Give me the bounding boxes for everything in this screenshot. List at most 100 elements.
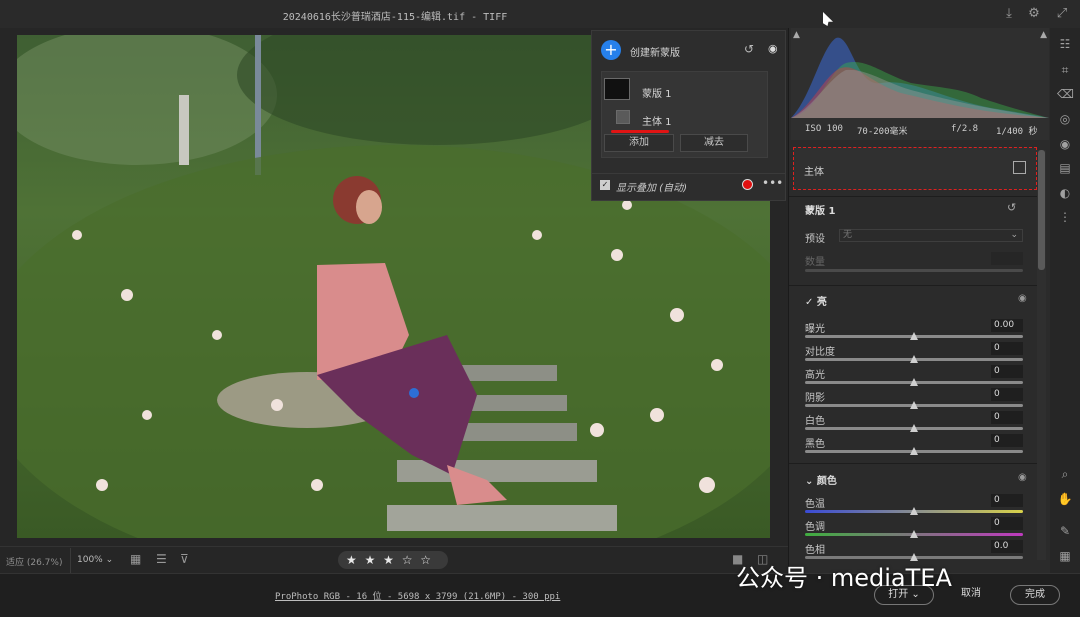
invert-icon[interactable] bbox=[1013, 161, 1026, 174]
slider-value-input[interactable]: 0 bbox=[991, 517, 1023, 530]
slider-label: 曝光 bbox=[805, 324, 825, 335]
slider-value-input[interactable]: 0.0 bbox=[991, 540, 1023, 553]
reset-mask-icon[interactable]: ↺ bbox=[1007, 201, 1016, 214]
slider-thumb[interactable] bbox=[910, 507, 918, 515]
done-button[interactable]: 完成 bbox=[1010, 585, 1060, 605]
add-button-label: 添加 bbox=[629, 137, 649, 148]
grid-icon[interactable]: ▦ bbox=[1057, 548, 1073, 564]
filter-icon[interactable]: ⊽ bbox=[180, 552, 189, 566]
sort-icon[interactable]: ☰ bbox=[156, 552, 167, 566]
adjustment-slider[interactable] bbox=[805, 507, 1023, 515]
tool-strip: ☷ ⌗ ⌫ ◎ ◉ ▤ ◐ ⋮ ⌕ ✋ ✎ ▦ bbox=[1050, 28, 1080, 573]
slider-label: 色温 bbox=[805, 499, 825, 510]
create-mask-label: 创建新蒙版 bbox=[630, 48, 680, 59]
slider-value-input[interactable]: 0 bbox=[991, 434, 1023, 447]
mask-panel: + 创建新蒙版 ↺ ◉ 蒙版 1 主体 1 添加 减去 ✓ 显示叠加 (自动) … bbox=[591, 30, 786, 201]
done-button-label: 完成 bbox=[1025, 589, 1045, 600]
adjustment-slider[interactable] bbox=[805, 447, 1023, 455]
slider-value-input[interactable]: 0 bbox=[991, 494, 1023, 507]
amount-label: 数量 bbox=[805, 257, 825, 268]
adjustment-slider[interactable] bbox=[805, 332, 1023, 340]
crop-icon[interactable]: ⌗ bbox=[1057, 62, 1073, 78]
panel-scrollbar[interactable] bbox=[1037, 150, 1046, 560]
zoom-select[interactable]: 100% ⌄ bbox=[70, 548, 114, 573]
eraser-icon[interactable]: ⌫ bbox=[1057, 86, 1074, 102]
mask-list: 蒙版 1 主体 1 添加 减去 bbox=[601, 71, 768, 158]
edit-sliders-icon[interactable]: ☷ bbox=[1057, 36, 1073, 52]
adjustment-slider[interactable] bbox=[805, 378, 1023, 386]
slider-label: 对比度 bbox=[805, 347, 835, 358]
slider-value-input[interactable]: 0 bbox=[991, 411, 1023, 424]
adjustment-slider[interactable] bbox=[805, 355, 1023, 363]
slider-thumb[interactable] bbox=[910, 401, 918, 409]
amount-value[interactable] bbox=[991, 252, 1023, 265]
slider-value-input[interactable]: 0 bbox=[991, 342, 1023, 355]
add-button[interactable]: 添加 bbox=[604, 134, 674, 152]
slider-thumb[interactable] bbox=[910, 378, 918, 386]
slider-label: 黑色 bbox=[805, 439, 825, 450]
preset-select[interactable]: 无 ⌄ bbox=[839, 229, 1023, 242]
slider-value-input[interactable]: 0 bbox=[991, 365, 1023, 378]
mask-item-label[interactable]: 蒙版 1 bbox=[642, 85, 672, 100]
workflow-options-link[interactable]: ProPhoto RGB - 16 位 - 5698 x 3799 (21.6M… bbox=[275, 589, 560, 602]
slider-value-input[interactable]: 0.00 bbox=[991, 319, 1023, 332]
histogram: ▲ ▲ ISO 100 70-200毫米 f/2.8 1/400 秒 bbox=[791, 28, 1049, 140]
snapshots-icon[interactable]: ▤ bbox=[1057, 160, 1073, 176]
redeye-icon[interactable]: ◉ bbox=[1057, 136, 1073, 152]
gear-icon[interactable]: ⚙ bbox=[1026, 6, 1042, 22]
adjustment-slider[interactable] bbox=[805, 424, 1023, 432]
watermark-text: 公众号 · mediaTEA bbox=[736, 564, 952, 592]
fit-zoom-label[interactable]: 适应 (26.7%) bbox=[6, 555, 62, 568]
eyedropper-icon[interactable]: ✎ bbox=[1057, 523, 1073, 539]
shadow-clip-icon[interactable]: ▲ bbox=[793, 30, 800, 40]
preset-value: 无 bbox=[843, 230, 853, 240]
color-eye-icon[interactable]: ◉ bbox=[1018, 472, 1027, 483]
more-options-icon[interactable]: ••• bbox=[762, 176, 783, 190]
create-mask-button[interactable]: + bbox=[601, 40, 621, 60]
window-title: 20240616长沙普瑞酒店-115-编辑.tif - TIFF bbox=[282, 12, 508, 23]
overlay-label: 显示叠加 (自动) bbox=[616, 183, 687, 194]
slider-value-input[interactable]: 0 bbox=[991, 388, 1023, 401]
zoom-icon[interactable]: ⌕ bbox=[1057, 466, 1073, 482]
slider-thumb[interactable] bbox=[910, 530, 918, 538]
slider-thumb[interactable] bbox=[910, 332, 918, 340]
scrollbar-grip[interactable] bbox=[1038, 150, 1045, 270]
expand-icon[interactable]: ⤢ bbox=[1054, 6, 1070, 22]
slider-label: 高光 bbox=[805, 370, 825, 381]
rating-stars[interactable]: ★ ★ ★ ☆ ☆ 🗑 bbox=[338, 551, 448, 585]
subject-component[interactable]: 主体 bbox=[793, 147, 1037, 190]
mask-tool-icon[interactable]: ◎ bbox=[1057, 111, 1073, 127]
right-panel: ▲ ▲ ISO 100 70-200毫米 f/2.8 1/400 秒 主体 蒙版… bbox=[788, 28, 1050, 573]
mask-panel-header: + 创建新蒙版 ↺ ◉ bbox=[592, 37, 785, 63]
cancel-button-label: 取消 bbox=[961, 588, 981, 599]
mask-thumbnail[interactable] bbox=[604, 78, 630, 100]
reset-icon[interactable]: ↺ bbox=[744, 42, 754, 56]
export-icon[interactable]: ⤓ bbox=[1001, 6, 1017, 22]
highlight-clip-icon[interactable]: ▲ bbox=[1040, 30, 1047, 40]
slider-thumb[interactable] bbox=[910, 424, 918, 432]
subject-thumbnail[interactable] bbox=[616, 110, 630, 124]
histogram-graph bbox=[791, 37, 1049, 119]
overlay-color-swatch[interactable] bbox=[742, 179, 753, 190]
subtract-button[interactable]: 减去 bbox=[680, 134, 748, 152]
adjustment-slider[interactable] bbox=[805, 401, 1023, 409]
light-eye-icon[interactable]: ◉ bbox=[1018, 293, 1027, 304]
iso-value: ISO 100 bbox=[805, 124, 843, 134]
adjustment-slider[interactable] bbox=[805, 530, 1023, 538]
cancel-button[interactable]: 取消 bbox=[948, 585, 994, 605]
more-icon[interactable]: ⋮ bbox=[1057, 209, 1073, 225]
presets-icon[interactable]: ◐ bbox=[1057, 185, 1073, 201]
slider-thumb[interactable] bbox=[910, 355, 918, 363]
amount-slider[interactable] bbox=[805, 269, 1023, 272]
rating-value: ★ ★ ★ ☆ ☆ bbox=[346, 553, 434, 567]
compare-icon[interactable]: ▦ bbox=[130, 552, 141, 566]
color-title: 颜色 bbox=[816, 476, 837, 487]
eye-icon[interactable]: ◉ bbox=[768, 42, 778, 55]
subject-item-label[interactable]: 主体 1 bbox=[642, 113, 672, 128]
slider-thumb[interactable] bbox=[910, 447, 918, 455]
light-title: 亮 bbox=[816, 297, 827, 308]
subject-highlight-underline bbox=[611, 130, 669, 133]
overlay-checkbox[interactable]: ✓ bbox=[600, 180, 610, 190]
slider-label: 色调 bbox=[805, 522, 825, 533]
hand-icon[interactable]: ✋ bbox=[1057, 491, 1073, 507]
